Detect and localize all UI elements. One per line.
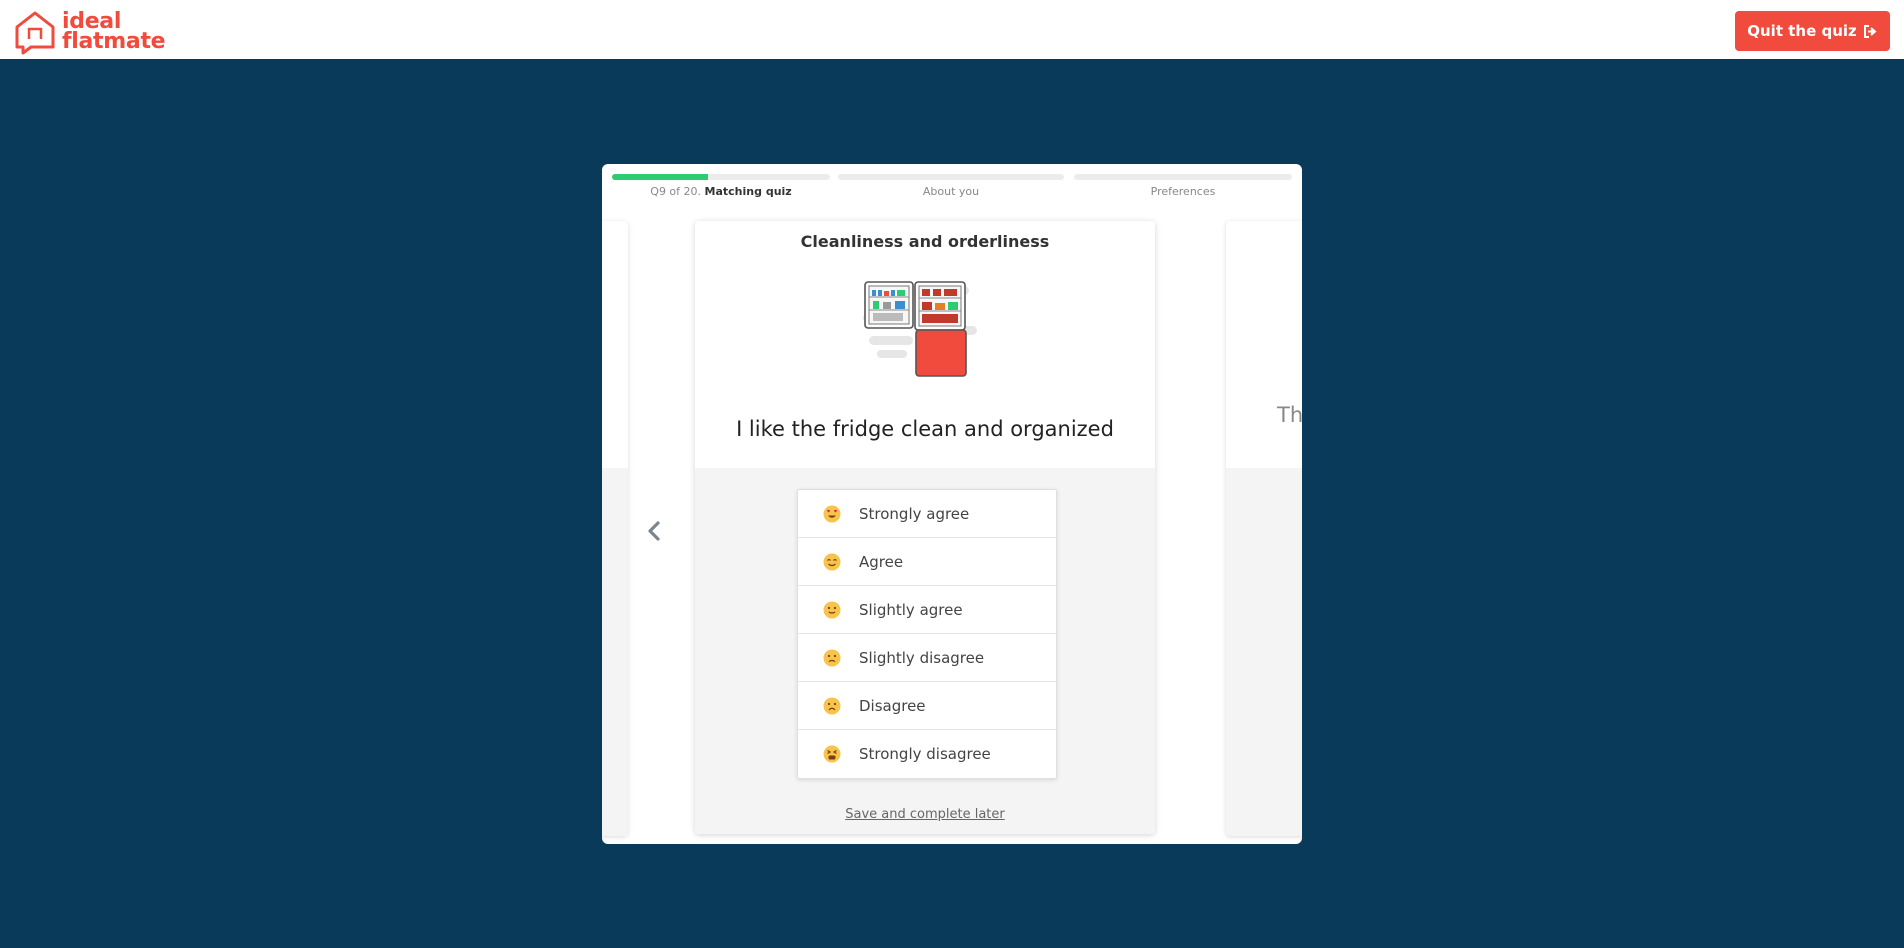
- step-label: Preferences: [1150, 185, 1216, 198]
- step-preferences: Preferences: [1074, 174, 1292, 198]
- answer-label: Slightly disagree: [859, 648, 985, 667]
- step-progress-fill: [612, 174, 708, 180]
- frown-emoji-icon: [823, 697, 841, 714]
- chevron-left-icon: [648, 521, 660, 541]
- previous-question-card: [602, 221, 628, 836]
- step-track: [1074, 174, 1292, 180]
- answer-label: Strongly agree: [859, 504, 970, 523]
- save-and-complete-later-link[interactable]: Save and complete later: [695, 807, 1155, 822]
- answer-slightly-disagree[interactable]: Slightly disagree: [798, 634, 1056, 682]
- answer-label: Agree: [859, 552, 904, 571]
- slight-smile-emoji-icon: [823, 601, 841, 618]
- question-category: Cleanliness and orderliness: [800, 232, 1050, 251]
- quiz-panel: Q9 of 20. Matching quiz About you Prefer…: [602, 164, 1302, 844]
- smiling-emoji-icon: [823, 553, 841, 570]
- sign-out-icon: [1863, 24, 1877, 38]
- step-title: Matching quiz: [704, 185, 792, 198]
- fridge-illustration-icon: [863, 281, 977, 377]
- brand-line-2: flatmate: [62, 29, 166, 54]
- answer-label: Disagree: [859, 696, 926, 715]
- quit-quiz-label: Quit the quiz: [1747, 22, 1857, 40]
- answers-area: Strongly agree Agree Slightly agree Slig…: [695, 468, 1155, 834]
- step-question-count: Q9 of 20.: [650, 185, 702, 198]
- answer-strongly-disagree[interactable]: Strongly disagree: [798, 730, 1056, 778]
- top-bar: ideal flatmate Quit the quiz: [0, 0, 1904, 59]
- next-card-statement-peek: The: [1277, 403, 1302, 427]
- next-card-answers-area: [1226, 468, 1302, 836]
- brand-wordmark: ideal flatmate: [62, 11, 166, 54]
- answer-disagree[interactable]: Disagree: [798, 682, 1056, 730]
- previous-card-answers-area: [602, 468, 628, 836]
- answer-agree[interactable]: Agree: [798, 538, 1056, 586]
- tired-face-emoji-icon: [823, 745, 841, 763]
- next-question-card: The: [1226, 221, 1302, 836]
- quit-quiz-button[interactable]: Quit the quiz: [1735, 11, 1890, 51]
- heart-eyes-emoji-icon: [823, 505, 841, 522]
- question-card: Cleanliness and orderliness I like the f…: [695, 221, 1155, 834]
- answer-label: Strongly disagree: [859, 745, 991, 763]
- step-track: [838, 174, 1064, 180]
- house-chat-icon: [15, 11, 55, 55]
- answer-strongly-agree[interactable]: Strongly agree: [798, 490, 1056, 538]
- step-label: Q9 of 20. Matching quiz: [612, 185, 830, 198]
- answer-slightly-agree[interactable]: Slightly agree: [798, 586, 1056, 634]
- step-track: [612, 174, 830, 180]
- step-matching-quiz: Q9 of 20. Matching quiz: [612, 174, 830, 198]
- step-about-you: About you: [838, 174, 1064, 198]
- step-label: About you: [922, 185, 980, 198]
- answer-list: Strongly agree Agree Slightly agree Slig…: [797, 489, 1057, 779]
- previous-question-button[interactable]: [642, 516, 666, 546]
- brand-logo[interactable]: ideal flatmate: [13, 9, 166, 55]
- slight-frown-emoji-icon: [823, 649, 841, 666]
- question-statement: I like the fridge clean and organized: [736, 417, 1114, 441]
- answer-label: Slightly agree: [859, 600, 963, 619]
- progress-steps: Q9 of 20. Matching quiz About you Prefer…: [612, 174, 1294, 204]
